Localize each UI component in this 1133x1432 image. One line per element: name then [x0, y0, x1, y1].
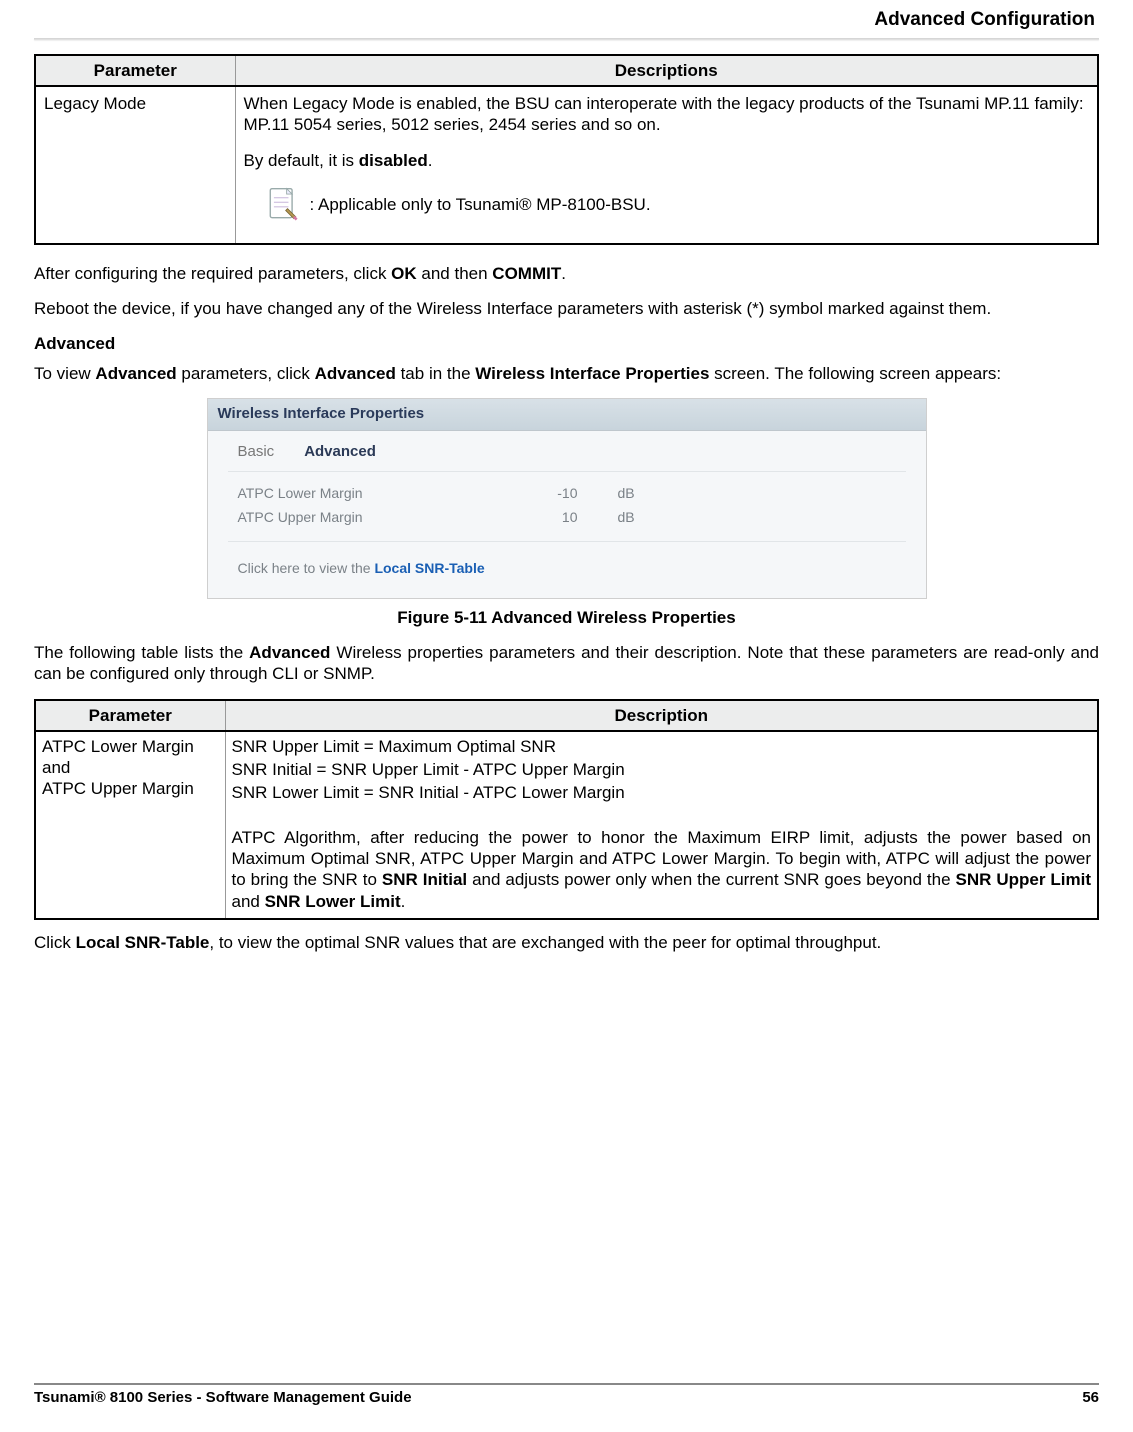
para1-ok: OK: [391, 264, 417, 283]
table2-param-cell: ATPC Lower Margin and ATPC Upper Margin: [35, 731, 225, 919]
table2-header-description: Description: [225, 700, 1098, 731]
d4-b2: SNR Upper Limit: [955, 870, 1091, 889]
tab-advanced[interactable]: Advanced: [304, 443, 376, 462]
table2-header-parameter: Parameter: [35, 700, 225, 731]
advanced-table-intro: The following table lists the Advanced W…: [34, 642, 1099, 685]
atpc-algorithm-desc: ATPC Algorithm, after reducing the power…: [232, 827, 1092, 912]
atpc-upper-value: 10: [518, 509, 578, 527]
default-value: disabled: [359, 151, 428, 170]
footer-page-number: 56: [1082, 1389, 1099, 1408]
d4-p4: .: [401, 892, 406, 911]
para1-mid: and then: [417, 264, 493, 283]
legacy-mode-note: : Applicable only to Tsunami® MP-8100-BS…: [264, 185, 1090, 225]
snr-lower-limit-eq: SNR Lower Limit = SNR Initial - ATPC Low…: [232, 782, 1092, 803]
footer-left: Tsunami® 8100 Series - Software Manageme…: [34, 1389, 412, 1408]
para5-b1: Local SNR-Table: [76, 933, 210, 952]
atpc-upper-unit: dB: [618, 509, 648, 527]
table1-header-descriptions: Descriptions: [235, 55, 1098, 86]
para5-p1: Click: [34, 933, 76, 952]
para5-p2: , to view the optimal SNR values that ar…: [209, 933, 881, 952]
para1-commit: COMMIT: [492, 264, 561, 283]
para4-b1: Advanced: [249, 643, 330, 662]
table1-param-cell: Legacy Mode: [35, 86, 235, 244]
configure-click-ok-commit: After configuring the required parameter…: [34, 263, 1099, 284]
para4-p1: The following table lists the: [34, 643, 249, 662]
d4-b1: SNR Initial: [382, 870, 467, 889]
panel-rows: ATPC Lower Margin -10 dB ATPC Upper Marg…: [208, 480, 926, 537]
local-snr-table-paragraph: Click Local SNR-Table, to view the optim…: [34, 932, 1099, 953]
panel-foot-prefix: Click here to view the: [238, 560, 375, 576]
default-prefix: By default, it is: [244, 151, 359, 170]
para3-p2: parameters, click: [177, 364, 315, 383]
table2-desc-cell: SNR Upper Limit = Maximum Optimal SNR SN…: [225, 731, 1098, 919]
atpc-lower-unit: dB: [618, 485, 648, 503]
para3-b1: Advanced: [95, 364, 176, 383]
panel-separator-2: [228, 541, 906, 542]
snr-upper-limit-eq: SNR Upper Limit = Maximum Optimal SNR: [232, 736, 1092, 757]
para3-b3: Wireless Interface Properties: [475, 364, 709, 383]
atpc-lower-value: -10: [518, 485, 578, 503]
tab-basic[interactable]: Basic: [238, 443, 275, 462]
local-snr-table-link[interactable]: Local SNR-Table: [374, 560, 484, 576]
atpc-lower-label: ATPC Lower Margin: [238, 485, 478, 503]
legacy-mode-intro: When Legacy Mode is enabled, the BSU can…: [244, 93, 1090, 136]
panel-footer: Click here to view the Local SNR-Table: [208, 550, 926, 598]
table-row: ATPC Lower Margin and ATPC Upper Margin …: [35, 731, 1098, 919]
wireless-interface-properties-panel: Wireless Interface Properties Basic Adva…: [207, 398, 927, 599]
atpc-upper-label: ATPC Upper Margin: [238, 509, 478, 527]
page-header-title: Advanced Configuration: [34, 8, 1099, 32]
section-advanced-title: Advanced: [34, 333, 1099, 354]
page-footer: Tsunami® 8100 Series - Software Manageme…: [34, 1383, 1099, 1408]
table1-desc-cell: When Legacy Mode is enabled, the BSU can…: [235, 86, 1098, 244]
legacy-mode-table: Parameter Descriptions Legacy Mode When …: [34, 54, 1099, 245]
para3-p3: tab in the: [396, 364, 475, 383]
header-divider: [34, 38, 1099, 40]
table1-header-parameter: Parameter: [35, 55, 235, 86]
atpc-lower-margin-label: ATPC Lower Margin: [42, 736, 219, 757]
legacy-mode-default: By default, it is disabled.: [244, 150, 1090, 171]
atpc-and-label: and: [42, 757, 219, 778]
advanced-intro-paragraph: To view Advanced parameters, click Advan…: [34, 363, 1099, 384]
panel-tabs: Basic Advanced: [208, 431, 926, 468]
panel-row-atpc-lower: ATPC Lower Margin -10 dB: [238, 482, 896, 506]
table-row: Legacy Mode When Legacy Mode is enabled,…: [35, 86, 1098, 244]
figure-caption: Figure 5-11 Advanced Wireless Properties: [34, 607, 1099, 628]
atpc-margin-table: Parameter Description ATPC Lower Margin …: [34, 699, 1099, 920]
para3-p1: To view: [34, 364, 95, 383]
para3-b2: Advanced: [315, 364, 396, 383]
panel-title: Wireless Interface Properties: [208, 399, 926, 431]
snr-initial-eq: SNR Initial = SNR Upper Limit - ATPC Upp…: [232, 759, 1092, 780]
note-icon: [264, 185, 302, 225]
panel-row-atpc-upper: ATPC Upper Margin 10 dB: [238, 506, 896, 530]
reboot-note: Reboot the device, if you have changed a…: [34, 298, 1099, 319]
legacy-mode-note-text: : Applicable only to Tsunami® MP-8100-BS…: [310, 194, 651, 215]
para1-suffix: .: [561, 264, 566, 283]
para1-prefix: After configuring the required parameter…: [34, 264, 391, 283]
d4-b3: SNR Lower Limit: [265, 892, 401, 911]
atpc-upper-margin-label: ATPC Upper Margin: [42, 778, 219, 799]
d4-p2: and adjusts power only when the current …: [467, 870, 955, 889]
default-suffix: .: [428, 151, 433, 170]
para3-p4: screen. The following screen appears:: [709, 364, 1001, 383]
d4-p3: and: [232, 892, 265, 911]
panel-separator: [228, 471, 906, 472]
